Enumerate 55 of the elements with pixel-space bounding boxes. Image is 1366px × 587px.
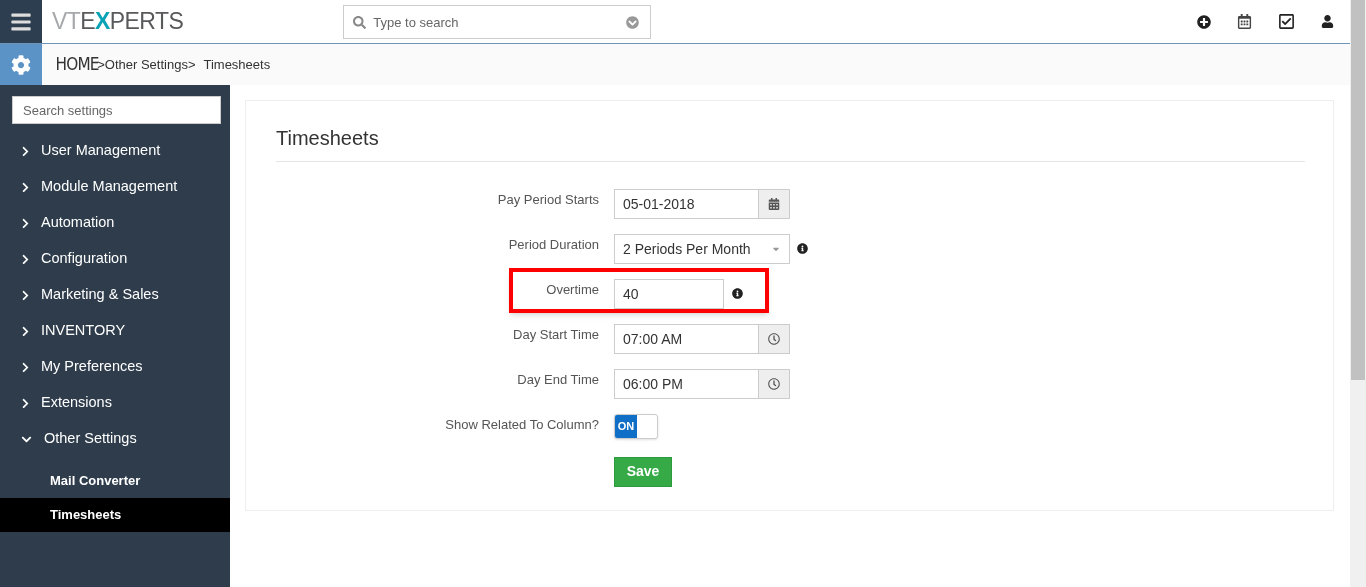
settings-search-field[interactable]: Search settings bbox=[12, 96, 221, 124]
menu-button[interactable] bbox=[0, 0, 42, 43]
user-icon[interactable] bbox=[1321, 15, 1334, 28]
field-label: Day End Time bbox=[516, 371, 600, 389]
sidebar-item[interactable]: Marketing & Sales bbox=[0, 277, 230, 313]
info-icon bbox=[732, 288, 743, 299]
chevron-right-icon bbox=[20, 361, 31, 373]
sidebar-subitem[interactable]: Timesheets bbox=[0, 498, 230, 532]
time-field[interactable]: 06:00 PM bbox=[614, 369, 759, 399]
sidebar-item[interactable]: INVENTORY bbox=[0, 313, 230, 349]
search-field[interactable]: Type to search bbox=[343, 5, 652, 39]
field-label: Show Related To Column? bbox=[444, 416, 600, 434]
clock-button[interactable] bbox=[759, 369, 790, 399]
toggle-switch[interactable]: ON bbox=[614, 414, 658, 439]
chevron-right-icon bbox=[20, 289, 31, 301]
chevron-right-icon bbox=[20, 397, 31, 409]
calendar-button[interactable] bbox=[759, 189, 790, 219]
date-field[interactable]: 05-01-2018 bbox=[614, 189, 759, 219]
page-title: Timesheets bbox=[276, 123, 1305, 162]
sidebar-item[interactable]: Configuration bbox=[0, 241, 230, 277]
calendar-icon[interactable] bbox=[1237, 14, 1252, 29]
scrollbar[interactable] bbox=[1350, 0, 1366, 587]
sidebar-item[interactable]: Other Settings bbox=[0, 421, 230, 457]
logo: VTEXPERTS bbox=[52, 7, 184, 37]
sidebar-item[interactable]: User Management bbox=[0, 133, 230, 169]
chevron-right-icon bbox=[20, 181, 31, 193]
chevron-right-icon bbox=[20, 253, 31, 265]
chevron-right-icon bbox=[20, 325, 31, 337]
overtime-field[interactable]: 40 bbox=[614, 279, 724, 309]
time-field[interactable]: 07:00 AM bbox=[614, 324, 759, 354]
clock-button[interactable] bbox=[759, 324, 790, 354]
field-label: Overtime bbox=[545, 281, 600, 299]
dropdown-icon bbox=[626, 16, 640, 29]
breadcrumb-current: Timesheets bbox=[203, 55, 271, 74]
task-icon[interactable] bbox=[1278, 13, 1295, 30]
chevron-right-icon bbox=[20, 217, 31, 229]
sidebar-item[interactable]: Extensions bbox=[0, 385, 230, 421]
sidebar-item[interactable]: Module Management bbox=[0, 169, 230, 205]
sidebar-item[interactable]: My Preferences bbox=[0, 349, 230, 385]
field-label: Day Start Time bbox=[512, 326, 600, 344]
sidebar-subitem[interactable]: Mail Converter bbox=[0, 464, 230, 498]
chevron-right-icon bbox=[20, 145, 31, 157]
select-field[interactable]: 2 Periods Per Month bbox=[614, 234, 790, 264]
clock-icon bbox=[768, 378, 780, 390]
select-value: 2 Periods Per Month bbox=[623, 239, 751, 259]
field-label: Period Duration bbox=[507, 236, 600, 254]
info-icon bbox=[797, 243, 808, 254]
field-label: Pay Period Starts bbox=[496, 191, 600, 209]
search-icon bbox=[353, 16, 367, 29]
add-icon[interactable] bbox=[1197, 14, 1211, 29]
settings-icon bbox=[11, 54, 31, 75]
calendar-icon bbox=[768, 198, 780, 210]
clock-icon bbox=[768, 333, 780, 345]
breadcrumb-home[interactable]: HOME bbox=[55, 51, 99, 78]
sidebar-item[interactable]: Automation bbox=[0, 205, 230, 241]
